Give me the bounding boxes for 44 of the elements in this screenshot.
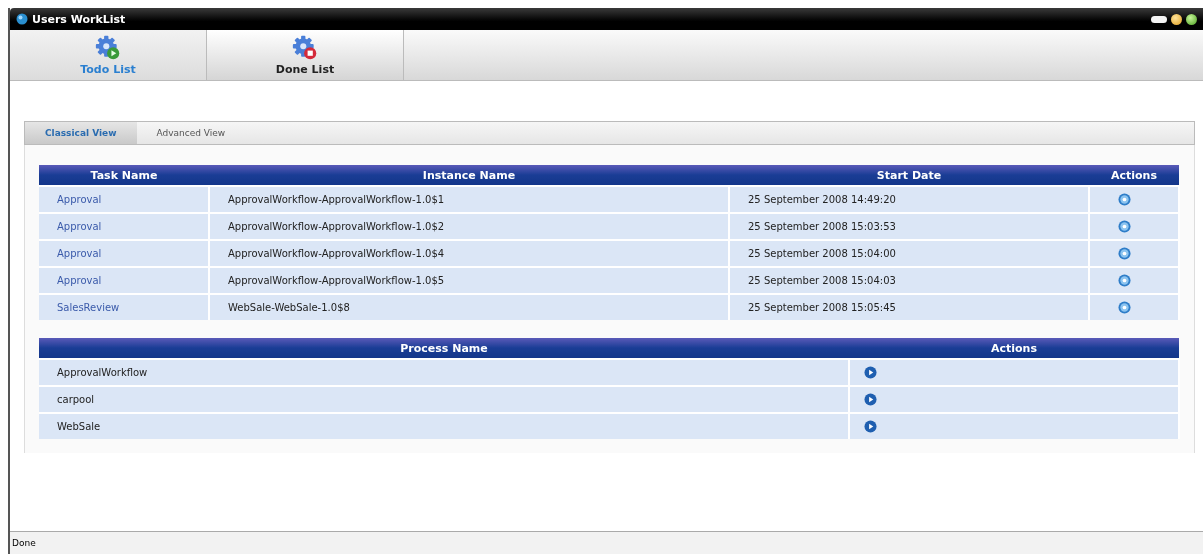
close-button[interactable] xyxy=(1186,13,1197,25)
open-icon[interactable] xyxy=(1118,274,1131,287)
gear-stop-icon xyxy=(292,34,318,61)
table-cell: carpool xyxy=(39,386,849,413)
play-icon[interactable] xyxy=(864,366,877,379)
table-cell: WebSale-WebSale-1.0$8 xyxy=(209,294,729,320)
task-link[interactable]: Approval xyxy=(39,267,209,294)
column-header: Actions xyxy=(1089,165,1179,186)
column-header: Start Date xyxy=(729,165,1089,186)
play-icon[interactable] xyxy=(864,420,877,433)
table-cell: ApprovalWorkflow-ApprovalWorkflow-1.0$4 xyxy=(209,240,729,267)
column-header: Actions xyxy=(849,338,1179,359)
open-icon[interactable] xyxy=(1118,247,1131,260)
view-tab[interactable]: Classical View xyxy=(25,122,137,144)
table-cell: WebSale xyxy=(39,413,849,439)
window-title: Users WorkList xyxy=(32,12,126,26)
open-icon[interactable] xyxy=(1118,193,1131,206)
task-link[interactable]: Approval xyxy=(39,186,209,213)
table-cell: ApprovalWorkflow-ApprovalWorkflow-1.0$5 xyxy=(209,267,729,294)
table-cell: 25 September 2008 15:04:00 xyxy=(729,240,1089,267)
open-icon[interactable] xyxy=(1118,301,1131,314)
tab[interactable]: Done List xyxy=(207,30,404,80)
play-icon[interactable] xyxy=(864,393,877,406)
table-cell: 25 September 2008 14:49:20 xyxy=(729,186,1089,213)
view-tab[interactable]: Advanced View xyxy=(136,122,246,144)
task-link[interactable]: Approval xyxy=(39,213,209,240)
gear-play-icon xyxy=(95,34,121,61)
task-link[interactable]: SalesReview xyxy=(39,294,209,320)
minimize-button[interactable] xyxy=(1151,15,1167,23)
table-cell: 25 September 2008 15:03:53 xyxy=(729,213,1089,240)
column-header: Task Name xyxy=(39,165,209,186)
task-link[interactable]: Approval xyxy=(39,240,209,267)
table-cell: 25 September 2008 15:04:03 xyxy=(729,267,1089,294)
column-header: Instance Name xyxy=(209,165,729,186)
column-header: Process Name xyxy=(39,338,849,359)
maximize-button[interactable] xyxy=(1171,13,1182,25)
table-cell: ApprovalWorkflow xyxy=(39,359,849,386)
globe-icon xyxy=(16,13,28,25)
table-cell: 25 September 2008 15:05:45 xyxy=(729,294,1089,320)
table-cell: ApprovalWorkflow-ApprovalWorkflow-1.0$2 xyxy=(209,213,729,240)
status-text: Done xyxy=(12,538,36,548)
table-cell: ApprovalWorkflow-ApprovalWorkflow-1.0$1 xyxy=(209,186,729,213)
open-icon[interactable] xyxy=(1118,220,1131,233)
tab[interactable]: Todo List xyxy=(10,30,207,80)
